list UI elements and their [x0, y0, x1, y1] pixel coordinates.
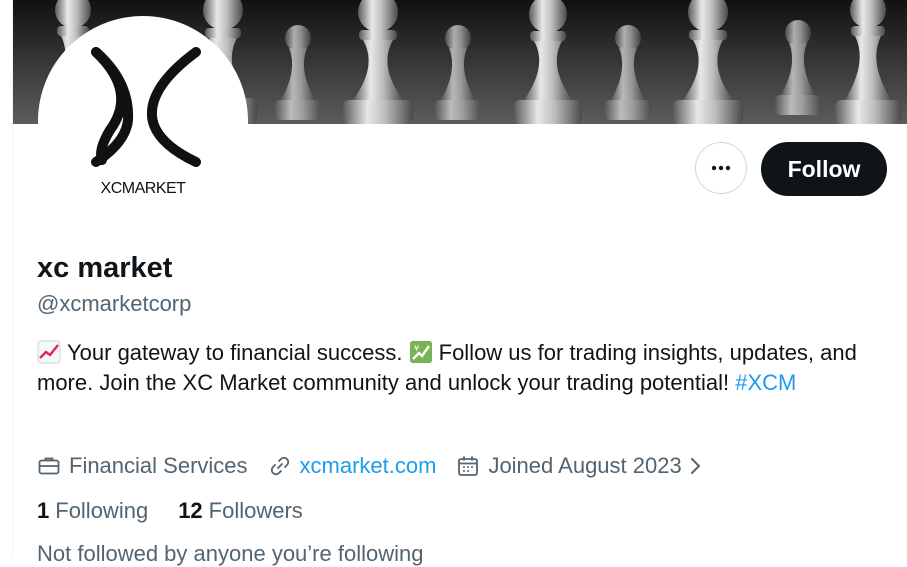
chart-increasing-emoji-icon [37, 340, 61, 364]
follow-button[interactable]: Follow [761, 142, 887, 196]
website-item: xcmarket.com [268, 453, 437, 479]
followed-by-note: Not followed by anyone you’re following [37, 541, 424, 566]
bio-text-1: Your gateway to financial success. [67, 340, 403, 365]
profile-name: xc market [37, 252, 173, 284]
followers-count: 12 [178, 498, 203, 523]
followers-stat[interactable]: 12 Followers [178, 498, 303, 524]
hashtag-link[interactable]: #XCM [735, 370, 796, 395]
chart-yen-emoji-icon: ¥ [409, 341, 432, 363]
following-count: 1 [37, 498, 50, 523]
following-stat[interactable]: 1 Following [37, 498, 148, 524]
avatar-logo-text: XCMARKET [100, 180, 186, 197]
category-item: Financial Services [37, 453, 248, 479]
more-options-button[interactable] [695, 142, 747, 194]
profile-avatar[interactable]: XCMARKET [38, 16, 248, 226]
profile-bio: Your gateway to financial success. ¥ Fol… [37, 338, 877, 398]
briefcase-icon [38, 457, 60, 475]
more-horizontal-icon [711, 165, 731, 171]
link-icon [270, 456, 289, 476]
category-label: Financial Services [69, 453, 248, 478]
following-label: Following [55, 498, 149, 523]
profile-handle: @xcmarketcorp [37, 291, 192, 316]
joined-item[interactable]: Joined August 2023 [456, 453, 713, 479]
left-column-border [0, 0, 13, 555]
joined-label: Joined August 2023 [488, 453, 682, 478]
followers-label: Followers [208, 498, 303, 523]
svg-text:¥: ¥ [414, 344, 419, 353]
profile-meta-row: Financial Services xcmarket.com Joined A… [37, 449, 734, 483]
follow-stats: 1 Following 12 Followers [37, 498, 333, 524]
calendar-icon [458, 456, 479, 476]
chevron-right-icon [690, 458, 701, 474]
website-link[interactable]: xcmarket.com [300, 453, 437, 479]
